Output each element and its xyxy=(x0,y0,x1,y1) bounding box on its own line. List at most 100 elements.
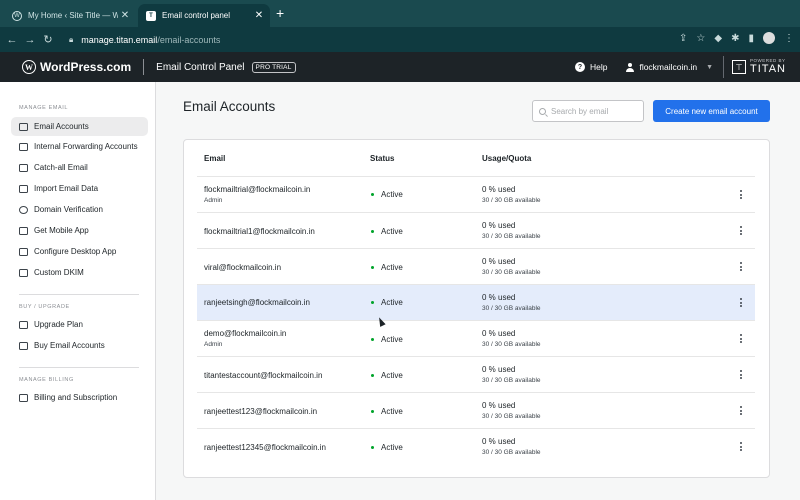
profile-avatar[interactable] xyxy=(763,32,775,44)
browser-tab-email-control-panel[interactable]: T Email control panel ✕ xyxy=(138,4,270,27)
table-row[interactable]: viral@flockmailcoin.in Active 0 % used 3… xyxy=(197,248,755,284)
sidebar-item-billing[interactable]: Billing and Subscription xyxy=(11,388,148,407)
sidebar-item-mobile-app[interactable]: Get Mobile App xyxy=(11,221,148,240)
import-icon xyxy=(19,184,28,193)
account-email[interactable]: flockmailtrial@flockmailcoin.in xyxy=(204,185,310,194)
sidebar-item-label: Get Mobile App xyxy=(34,226,89,235)
usage-percent: 0 % used xyxy=(482,185,516,194)
url-field[interactable]: 🔒︎ manage.titan.email/email-accounts xyxy=(69,35,220,45)
account-email[interactable]: ranjeettest123@flockmailcoin.in xyxy=(204,407,317,416)
row-menu-icon[interactable] xyxy=(737,262,745,271)
table-row[interactable]: flockmailtrial@flockmailcoin.in Admin Ac… xyxy=(197,176,755,212)
status-dot xyxy=(371,193,374,196)
table-row[interactable]: ranjeettest123@flockmailcoin.in Active 0… xyxy=(197,392,755,428)
status-badge: Active xyxy=(371,407,403,416)
sidebar-item-label: Import Email Data xyxy=(34,184,99,193)
table-row[interactable]: titantestaccount@flockmailcoin.in Active… xyxy=(197,356,755,392)
account-email[interactable]: titantestaccount@flockmailcoin.in xyxy=(204,371,322,380)
share-icon[interactable]: ⇪ xyxy=(679,33,687,44)
sidebar-item-label: Custom DKIM xyxy=(34,268,84,277)
reload-icon[interactable]: ↻ xyxy=(39,33,57,46)
usage-percent: 0 % used xyxy=(482,437,516,446)
row-menu-icon[interactable] xyxy=(737,406,745,415)
sidebar-divider xyxy=(19,367,139,368)
row-menu-icon[interactable] xyxy=(737,298,745,307)
app-header: W WordPress.com Email Control Panel PRO … xyxy=(0,52,800,82)
back-arrow-icon[interactable]: ← xyxy=(3,34,21,46)
sidebar-item-catch-all[interactable]: Catch-all Email xyxy=(11,158,148,177)
logo-text: WordPress.com xyxy=(40,60,132,74)
table-row[interactable]: demo@flockmailcoin.in Admin Active 0 % u… xyxy=(197,320,755,356)
tab-title: Email control panel xyxy=(162,11,231,20)
cart-icon xyxy=(19,341,28,350)
usage-percent: 0 % used xyxy=(482,257,516,266)
account-email[interactable]: ranjeetsingh@flockmailcoin.in xyxy=(204,298,310,307)
table-row[interactable]: ranjeettest12345@flockmailcoin.in Active… xyxy=(197,428,755,464)
titan-icon: ⊤ xyxy=(732,60,747,74)
help-icon: ? xyxy=(574,62,585,72)
mail-icon xyxy=(19,122,28,131)
status-badge: Active xyxy=(371,335,403,344)
sidebar-item-email-accounts[interactable]: Email Accounts xyxy=(11,117,148,136)
search-box[interactable] xyxy=(532,100,644,122)
row-menu-icon[interactable] xyxy=(737,442,745,451)
table-row[interactable]: ranjeetsingh@flockmailcoin.in Active 0 %… xyxy=(197,284,755,320)
sidebar-item-label: Internal Forwarding Accounts xyxy=(34,142,138,151)
sidebar-item-label: Upgrade Plan xyxy=(34,320,83,329)
account-email[interactable]: demo@flockmailcoin.in xyxy=(204,329,286,338)
status-dot xyxy=(371,446,374,449)
sidebar-item-custom-dkim[interactable]: Custom DKIM xyxy=(11,263,148,282)
bookmark-star-icon[interactable]: ☆ xyxy=(696,33,705,44)
usage-percent: 0 % used xyxy=(482,329,516,338)
sidebar-item-label: Buy Email Accounts xyxy=(34,341,105,350)
row-menu-icon[interactable] xyxy=(737,190,745,199)
help-link[interactable]: ? Help xyxy=(574,62,607,72)
browser-menu-icon[interactable]: ⋮ xyxy=(784,33,794,44)
new-tab-button[interactable]: + xyxy=(276,6,284,20)
quota-text: 30 / 30 GB available xyxy=(482,269,541,276)
sidebar-item-domain-verification[interactable]: Domain Verification xyxy=(11,200,148,219)
sidebar-item-upgrade-plan[interactable]: Upgrade Plan xyxy=(11,315,148,334)
status-badge: Active xyxy=(371,263,403,272)
column-header-status: Status xyxy=(370,154,395,163)
browser-tab-wordpress[interactable]: W My Home ‹ Site Title — WordP… ✕ xyxy=(6,4,136,27)
sidebar-panel-icon[interactable]: ▮ xyxy=(748,33,754,44)
browser-address-bar: ← → ↻ 🔒︎ manage.titan.email/email-accoun… xyxy=(0,27,800,52)
account-dropdown[interactable]: flockmailcoin.in ▼ xyxy=(625,62,713,72)
account-email[interactable]: viral@flockmailcoin.in xyxy=(204,263,281,272)
sidebar-item-label: Email Accounts xyxy=(34,122,89,131)
row-menu-icon[interactable] xyxy=(737,370,745,379)
usage-percent: 0 % used xyxy=(482,401,516,410)
account-email[interactable]: flockmailtrial1@flockmailcoin.in xyxy=(204,227,315,236)
table-row[interactable]: flockmailtrial1@flockmailcoin.in Active … xyxy=(197,212,755,248)
section-title-manage-email: MANAGE EMAIL xyxy=(19,105,69,111)
lock-icon: 🔒︎ xyxy=(69,34,74,44)
sidebar-item-label: Billing and Subscription xyxy=(34,393,118,402)
quota-text: 30 / 30 GB available xyxy=(482,341,541,348)
upgrade-icon xyxy=(19,320,28,329)
sidebar-item-desktop-app[interactable]: Configure Desktop App xyxy=(11,242,148,261)
extension-icon[interactable]: ◆ xyxy=(714,33,722,44)
forward-icon xyxy=(19,142,28,151)
url-path: /email-accounts xyxy=(157,34,221,45)
close-icon[interactable]: ✕ xyxy=(252,10,266,21)
row-menu-icon[interactable] xyxy=(737,334,745,343)
column-header-email: Email xyxy=(204,154,226,163)
sidebar-item-label: Configure Desktop App xyxy=(34,247,117,256)
create-email-account-button[interactable]: Create new email account xyxy=(653,100,770,122)
search-input[interactable] xyxy=(551,106,636,116)
browser-tab-strip: W My Home ‹ Site Title — WordP… ✕ T Emai… xyxy=(0,0,800,27)
sidebar-item-import-email[interactable]: Import Email Data xyxy=(11,179,148,198)
sidebar-item-internal-forwarding[interactable]: Internal Forwarding Accounts xyxy=(11,137,148,156)
close-icon[interactable]: ✕ xyxy=(118,10,132,21)
row-menu-icon[interactable] xyxy=(737,226,745,235)
sidebar: MANAGE EMAIL Email Accounts Internal For… xyxy=(0,82,156,500)
puzzle-icon[interactable]: ✱ xyxy=(731,33,739,44)
sidebar-item-buy-email-accounts[interactable]: Buy Email Accounts xyxy=(11,336,148,355)
wordpress-logo[interactable]: W WordPress.com xyxy=(22,60,131,74)
forward-arrow-icon[interactable]: → xyxy=(21,34,39,46)
mobile-icon xyxy=(19,226,28,235)
desktop-icon xyxy=(19,247,28,256)
account-email[interactable]: ranjeettest12345@flockmailcoin.in xyxy=(204,443,326,452)
status-dot xyxy=(371,301,374,304)
